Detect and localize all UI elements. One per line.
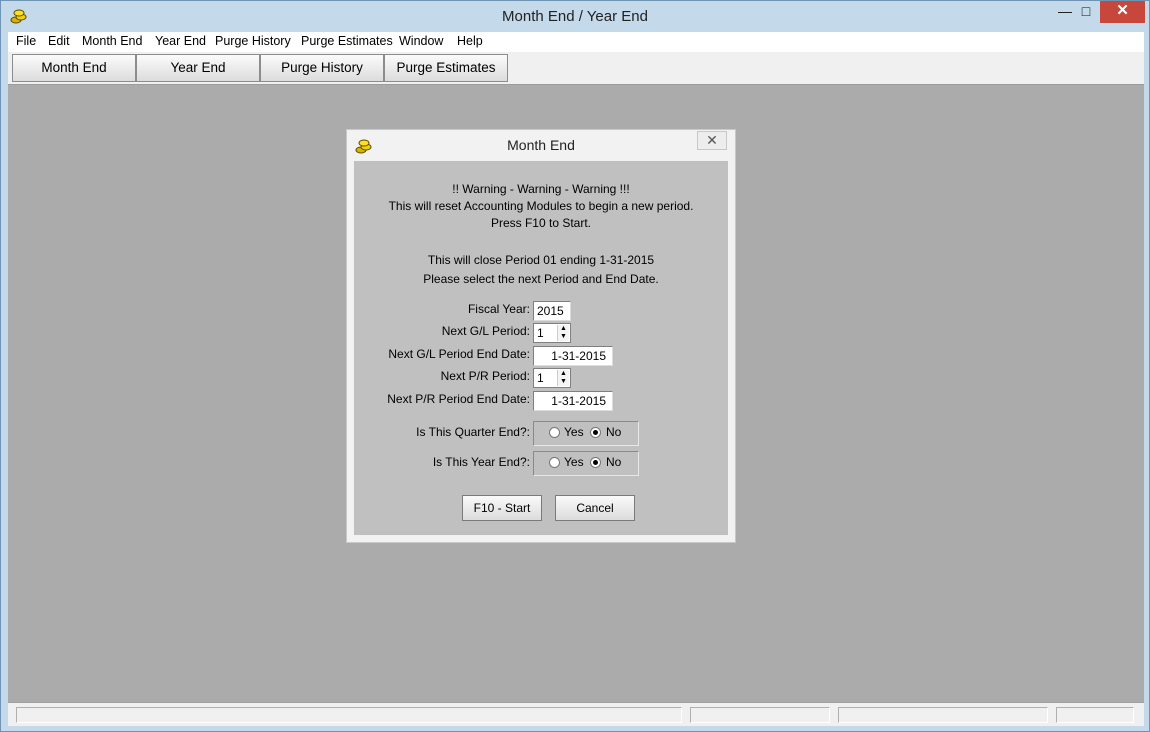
quarter-end-yes-radio[interactable] (549, 427, 560, 438)
mdi-client: File Edit Month End Year End Purge Histo… (8, 32, 1144, 726)
status-panel-3 (838, 707, 1048, 723)
year-end-no-label[interactable]: No (606, 455, 621, 469)
fiscal-year-label: Fiscal Year: (467, 302, 530, 316)
quarter-end-no-radio[interactable] (590, 427, 601, 438)
toolbar-purge-history-button[interactable]: Purge History (260, 54, 384, 82)
year-end-yes-radio[interactable] (549, 457, 560, 468)
toolbar-purge-estimates-button[interactable]: Purge Estimates (384, 54, 508, 82)
menu-purge-estimates[interactable]: Purge Estimates (301, 34, 393, 48)
menu-window[interactable]: Window (399, 34, 443, 48)
next-gl-end-date-field[interactable]: 1-31-2015 (533, 346, 613, 366)
status-panel-4 (1056, 707, 1134, 723)
next-pr-end-date-label: Next P/R Period End Date: (387, 392, 530, 406)
next-pr-end-date-field[interactable]: 1-31-2015 (533, 391, 613, 411)
warning-line-3: Press F10 to Start. (490, 216, 592, 230)
warning-line-2: This will reset Accounting Modules to be… (388, 199, 694, 213)
toolbar-month-end-button[interactable]: Month End (12, 54, 136, 82)
menu-month-end[interactable]: Month End (82, 34, 142, 48)
main-window: Month End / Year End — □ ✕ File Edit Mon… (0, 0, 1150, 732)
year-end-radio-group: Yes No (533, 451, 639, 476)
next-pr-period-value: 1 (537, 371, 544, 385)
menu-year-end[interactable]: Year End (155, 34, 206, 48)
spinner-arrows-icon[interactable]: ▲ ▼ (557, 370, 569, 386)
next-gl-period-label: Next G/L Period: (441, 324, 530, 338)
quarter-end-no-label[interactable]: No (606, 425, 621, 439)
year-end-no-radio[interactable] (590, 457, 601, 468)
quarter-end-label: Is This Quarter End?: (416, 425, 530, 439)
dialog-close-button[interactable]: ✕ (697, 131, 727, 150)
toolbar-year-end-button[interactable]: Year End (136, 54, 260, 82)
maximize-button[interactable]: □ (1074, 1, 1098, 23)
next-pr-period-label: Next P/R Period: (440, 369, 530, 383)
menu-file[interactable]: File (16, 34, 36, 48)
warning-line-1: !! Warning - Warning - Warning !!! (452, 182, 630, 196)
quarter-end-yes-label[interactable]: Yes (564, 425, 584, 439)
toolbar: Month End Year End Purge History Purge E… (8, 52, 1144, 85)
next-gl-end-date-label: Next G/L Period End Date: (388, 347, 530, 361)
menu-purge-history[interactable]: Purge History (215, 34, 291, 48)
dialog-body: !! Warning - Warning - Warning !!! This … (354, 161, 728, 535)
next-gl-period-value: 1 (537, 326, 544, 340)
title-bar[interactable]: Month End / Year End — □ ✕ (1, 1, 1149, 32)
dialog-title-bar[interactable]: Month End ✕ (347, 130, 735, 158)
f10-start-button[interactable]: F10 - Start (462, 495, 542, 521)
month-end-dialog: Month End ✕ !! Warning - Warning - Warni… (346, 129, 736, 543)
select-period-text: Please select the next Period and End Da… (423, 272, 659, 286)
year-end-label: Is This Year End?: (432, 455, 530, 469)
quarter-end-radio-group: Yes No (533, 421, 639, 446)
menu-edit[interactable]: Edit (48, 34, 70, 48)
close-button[interactable]: ✕ (1100, 1, 1145, 23)
next-gl-period-stepper[interactable]: 1 ▲ ▼ (533, 323, 571, 343)
next-pr-period-stepper[interactable]: 1 ▲ ▼ (533, 368, 571, 388)
menu-bar: File Edit Month End Year End Purge Histo… (8, 32, 1144, 52)
year-end-yes-label[interactable]: Yes (564, 455, 584, 469)
cancel-button[interactable]: Cancel (555, 495, 635, 521)
status-bar (8, 702, 1144, 726)
window-title: Month End / Year End (502, 8, 648, 25)
spinner-arrows-icon[interactable]: ▲ ▼ (557, 325, 569, 341)
status-panel-1 (16, 707, 682, 723)
close-period-text: This will close Period 01 ending 1-31-20… (427, 253, 655, 267)
status-panel-2 (690, 707, 830, 723)
menu-help[interactable]: Help (457, 34, 483, 48)
fiscal-year-field[interactable]: 2015 (533, 301, 571, 321)
dialog-title: Month End (507, 137, 575, 153)
